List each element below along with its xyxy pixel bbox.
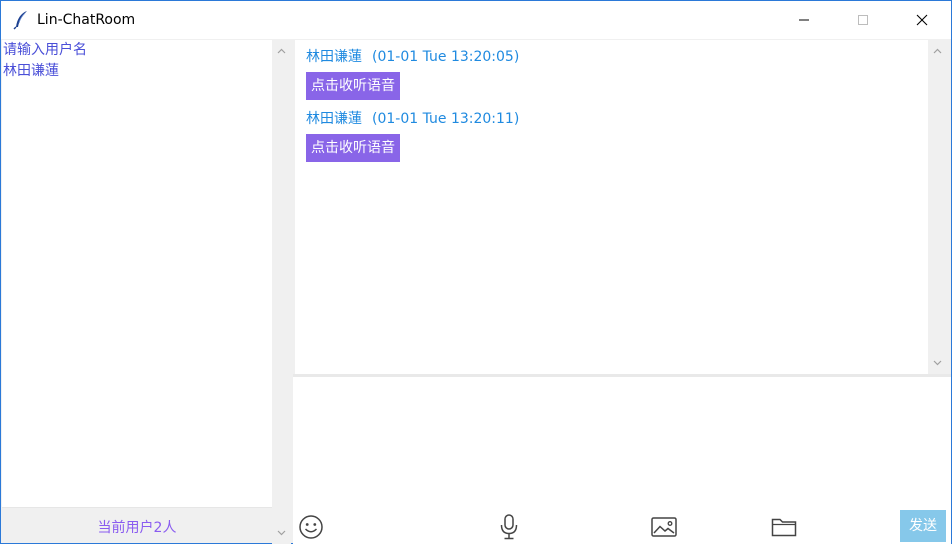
title-bar[interactable]: Lin-ChatRoom [1, 1, 951, 39]
message-header: 林田谦蓮 (01-01 Tue 13:20:05) [306, 47, 519, 67]
send-image-button[interactable] [649, 512, 679, 542]
scroll-down-arrow-icon[interactable] [272, 524, 291, 541]
message-timestamp: (01-01 Tue 13:20:05) [372, 49, 520, 65]
image-icon [651, 517, 677, 537]
send-button[interactable]: 发送 [900, 510, 946, 542]
feather-icon [13, 10, 29, 30]
maximize-icon [858, 15, 868, 25]
scroll-up-arrow-icon[interactable] [928, 42, 947, 59]
minimize-button[interactable] [781, 1, 827, 39]
microphone-icon [500, 514, 518, 540]
app-window: Lin-ChatRoom 请输入用户名 林田谦蓮 当前用户2人 林田谦蓮 (01-… [0, 0, 952, 544]
user-list-item[interactable]: 请输入用户名 [2, 40, 272, 61]
scroll-down-arrow-icon[interactable] [928, 354, 947, 371]
message-sender: 林田谦蓮 [306, 49, 362, 65]
message-input[interactable] [293, 377, 951, 507]
window-title: Lin-ChatRoom [37, 12, 136, 28]
minimize-icon [799, 19, 809, 21]
message-area[interactable]: 林田谦蓮 (01-01 Tue 13:20:05) 点击收听语音 林田谦蓮 (01-… [295, 40, 928, 374]
maximize-button[interactable] [840, 1, 886, 39]
message-sender: 林田谦蓮 [306, 111, 362, 127]
message-header: 林田谦蓮 (01-01 Tue 13:20:11) [306, 109, 519, 129]
send-file-button[interactable] [769, 512, 799, 542]
close-button[interactable] [899, 1, 945, 39]
emoji-button[interactable] [296, 512, 326, 542]
user-list-item[interactable]: 林田谦蓮 [2, 61, 272, 82]
emoji-icon [299, 515, 323, 539]
message-item: 林田谦蓮 (01-01 Tue 13:20:11) 点击收听语音 [306, 109, 519, 162]
play-voice-button[interactable]: 点击收听语音 [306, 134, 400, 162]
voice-record-button[interactable] [494, 512, 524, 542]
user-list-scrollbar[interactable] [272, 40, 291, 544]
scroll-up-arrow-icon[interactable] [272, 42, 291, 59]
user-count-label: 当前用户2人 [2, 513, 272, 543]
input-toolbar: 发送 [293, 507, 951, 544]
message-scrollbar[interactable] [928, 40, 947, 374]
message-item: 林田谦蓮 (01-01 Tue 13:20:05) 点击收听语音 [306, 47, 519, 100]
user-list[interactable]: 请输入用户名 林田谦蓮 [2, 40, 272, 507]
play-voice-button[interactable]: 点击收听语音 [306, 72, 400, 100]
folder-icon [771, 518, 797, 537]
close-icon [916, 14, 928, 26]
message-timestamp: (01-01 Tue 13:20:11) [372, 111, 520, 127]
